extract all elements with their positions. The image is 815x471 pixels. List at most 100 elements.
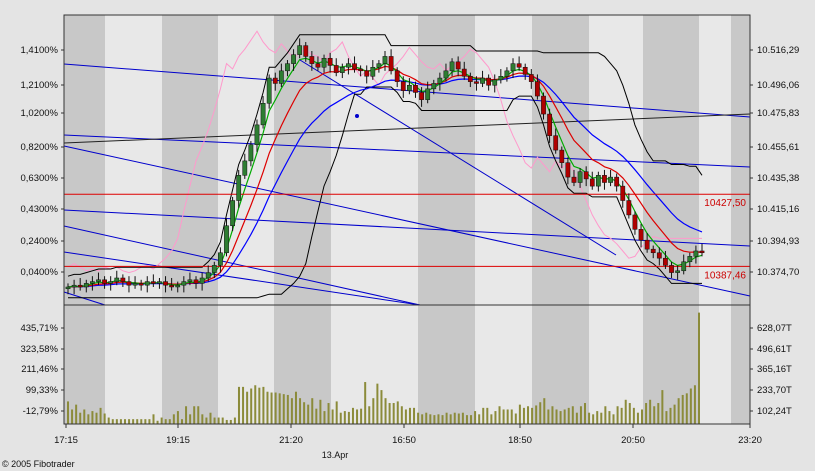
candle-down [620,185,626,201]
session-band [418,15,475,305]
session-band [64,15,105,305]
candle-up [65,286,71,290]
candle-down [102,279,107,284]
candle-down [352,63,357,70]
candle-up [211,265,217,273]
x-axis-label: 17:15 [54,435,78,446]
candle-up [297,45,303,55]
chart-canvas: 10427,50 10387,46 1,4100% 1,2100% 1,0200% 0,… [20,14,799,460]
candle-down [632,214,638,230]
candle-up [577,171,583,183]
session-band [64,305,105,424]
candle-down [535,81,540,97]
candle-down [474,81,479,84]
candle-up [224,225,229,254]
volume-left-label: 435,71% [20,323,58,334]
volume-left-label: 211,46% [21,364,58,375]
candle-down [315,63,321,68]
candle-down [553,135,559,151]
session-band [731,305,750,424]
candle-down [541,95,546,115]
candle-up [242,160,248,176]
left-axis-label: 0,8200% [20,142,58,153]
candle-down [571,176,577,183]
candle-up [278,70,284,84]
grid-lines [65,424,751,428]
candle-up [108,281,114,284]
candle-up [510,63,516,72]
candle-down [638,229,644,241]
candle-up [181,281,187,286]
x-axis-label: 21:20 [279,435,303,446]
candle-down [699,250,705,254]
candle-down [461,68,467,77]
candle-up [407,84,412,91]
left-axis-label: 0,4300% [20,204,58,215]
candle-up [96,279,101,282]
right-axis-label: 10.415,16 [757,204,799,215]
candle-down [522,66,528,75]
left-axis-label: 0,0400% [20,267,58,278]
volume-right-label: 628,07T [757,323,792,334]
candle-up [480,77,485,84]
candle-up [425,88,431,100]
candle-up [175,284,181,288]
candle-down [650,248,656,254]
candle-down [358,68,363,72]
candle-up [693,250,699,257]
candle-down [565,162,571,178]
candle-up [346,63,351,68]
right-axis-label: 10.516,29 [757,45,799,56]
candle-down [486,77,492,86]
candle-up [285,63,290,72]
candle-down [547,113,552,136]
candle-down [644,239,650,250]
candle-up [248,144,254,162]
candle-down [400,81,406,91]
session-band [731,15,750,305]
candle-down [309,56,315,64]
candle-down [419,92,424,100]
candle-down [614,176,620,187]
candle-up [492,79,498,86]
volume-left-label: 323,58% [20,344,58,355]
candle-up [321,57,327,68]
candle-down [333,65,339,73]
session-band [418,305,475,424]
session-band [274,305,331,424]
candle-up [504,70,510,77]
candle-down [303,45,309,57]
candle-down [126,281,132,286]
candle-up [218,252,223,266]
candle-up [449,61,455,72]
candle-down [169,284,175,288]
x-axis-label: 20:50 [621,435,645,446]
right-axis-label: 10.496,06 [757,80,799,91]
candle-down [272,77,278,84]
candle-down [602,175,607,183]
left-axis-label: 0,6300% [20,173,58,184]
candle-up [205,272,211,279]
session-band [162,305,218,424]
candle-down [583,171,589,180]
x-axis-label: 16:50 [392,435,416,446]
x-axis-label: 18:50 [508,435,532,446]
candle-down [120,277,126,282]
candle-down [559,149,565,163]
candle-up [681,261,687,272]
candle-up [254,124,260,145]
candle-up [132,283,138,286]
candle-down [388,56,394,72]
left-axis-label: 1,0200% [20,108,58,119]
volume-right-label: 233,70T [757,385,792,396]
candle-down [528,74,534,82]
candle-down [394,70,400,82]
candle-up [114,277,120,282]
candle-up [382,56,388,64]
candle-up [437,77,443,84]
candle-up [376,63,382,68]
candle-up [291,54,296,64]
candle-up [608,176,613,183]
session-band [162,15,218,305]
left-axis-label: 1,4100% [20,45,58,56]
